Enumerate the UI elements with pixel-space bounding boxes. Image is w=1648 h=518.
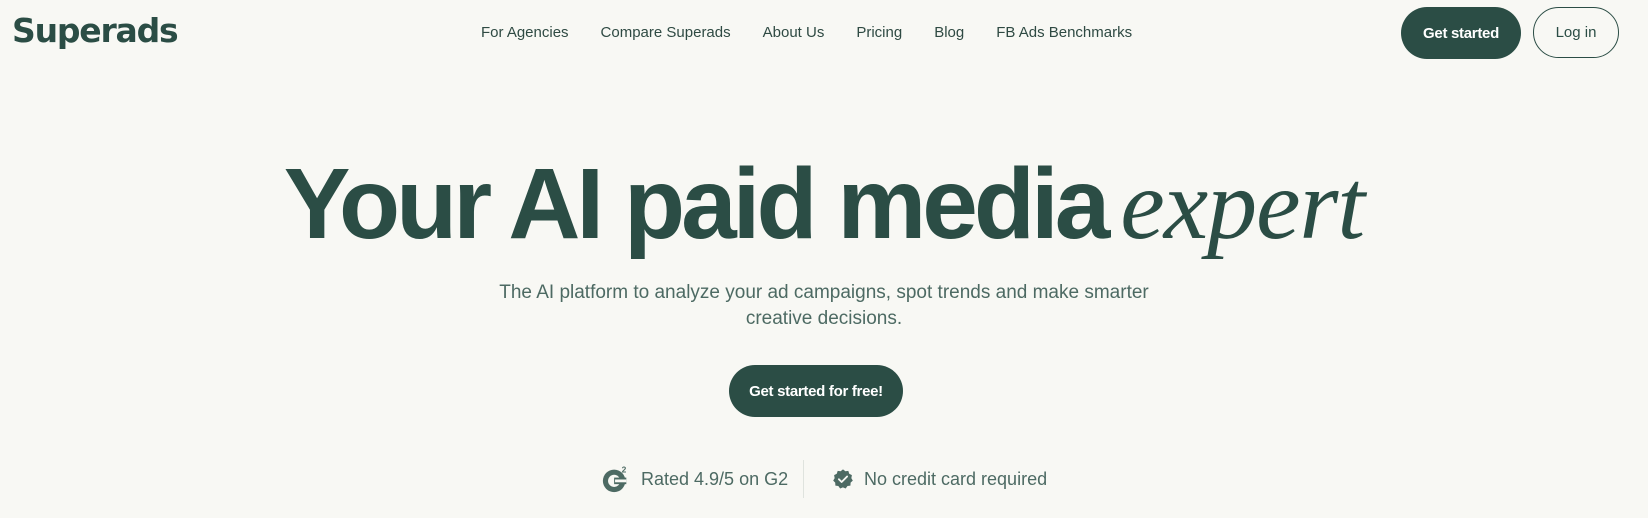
- g2-logo-icon: 2: [602, 464, 627, 493]
- nav-for-agencies[interactable]: For Agencies: [481, 22, 569, 44]
- nav-blog[interactable]: Blog: [934, 22, 964, 44]
- get-started-button[interactable]: Get started: [1401, 7, 1521, 59]
- top-navigation-bar: Superads For Agencies Compare Superads A…: [0, 0, 1648, 66]
- verified-check-icon: [833, 469, 853, 489]
- trust-divider: [803, 460, 804, 498]
- nav-about-us[interactable]: About Us: [763, 22, 825, 44]
- hero-title-italic: expert: [1120, 149, 1365, 260]
- nav-fb-ads-benchmarks[interactable]: FB Ads Benchmarks: [996, 22, 1132, 44]
- no-credit-card: No credit card required: [832, 460, 1047, 498]
- nav-compare-superads[interactable]: Compare Superads: [601, 22, 731, 44]
- g2-rating: 2 Rated 4.9/5 on G2: [601, 460, 788, 498]
- no-credit-card-text: No credit card required: [864, 468, 1048, 489]
- main-nav: For Agencies Compare Superads About Us P…: [481, 22, 1164, 44]
- superads-logo[interactable]: Superads: [12, 10, 179, 50]
- g2-rating-text: Rated 4.9/5 on G2: [641, 468, 789, 489]
- svg-text:2: 2: [622, 464, 627, 474]
- get-started-free-button[interactable]: Get started for free!: [729, 365, 903, 417]
- trust-row: 2 Rated 4.9/5 on G2 No credit card requi…: [0, 460, 1648, 498]
- login-button[interactable]: Log in: [1533, 7, 1619, 58]
- hero-subtitle: The AI platform to analyze your ad campa…: [499, 282, 1149, 329]
- hero-title-main: Your AI paid media: [283, 148, 1111, 260]
- hero-title: Your AI paid media expert: [0, 148, 1648, 261]
- nav-pricing[interactable]: Pricing: [856, 22, 902, 44]
